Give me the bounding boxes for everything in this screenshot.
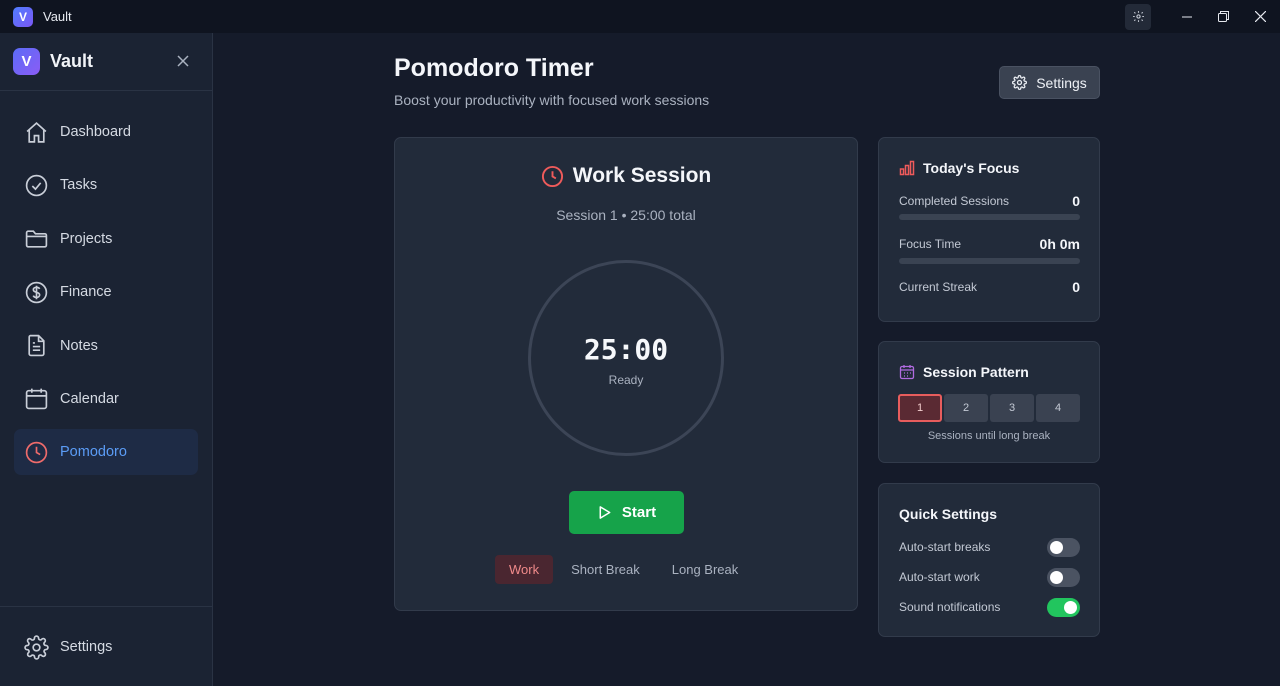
settings-button[interactable]: Settings	[999, 66, 1100, 99]
sidebar-item-pomodoro[interactable]: Pomodoro	[14, 429, 198, 476]
quick-settings-title: Quick Settings	[899, 506, 998, 522]
stat-label: Focus Time	[899, 237, 962, 251]
sidebar-item-label: Dashboard	[60, 124, 131, 140]
completed-sessions-progress	[899, 214, 1080, 220]
sidebar-item-finance[interactable]: Finance	[14, 269, 198, 315]
check-circle-icon	[25, 174, 48, 197]
session-pattern-boxes: 1 2 3 4	[898, 394, 1082, 422]
sidebar-logo: V	[13, 48, 40, 75]
pattern-card-title: Session Pattern	[923, 364, 1029, 380]
sidebar-item-settings[interactable]: Settings	[14, 624, 198, 670]
pattern-caption: Sessions until long break	[927, 430, 1051, 442]
focus-card-title: Today's Focus	[923, 160, 1020, 176]
timer-display: 25:00	[583, 333, 669, 366]
page-title: Pomodoro Timer	[394, 54, 594, 82]
calendar-icon	[25, 389, 48, 410]
sidebar-item-projects[interactable]: Projects	[14, 216, 198, 262]
current-streak-row: Current Streak 0	[899, 279, 1080, 295]
clock-icon	[25, 441, 48, 464]
settings-button-label: Settings	[1036, 74, 1087, 91]
toggle-label: Sound notifications	[899, 600, 1001, 614]
sidebar-item-label: Projects	[60, 230, 113, 247]
mode-tab-work[interactable]: Work	[495, 555, 554, 584]
session-title: Work Session	[572, 164, 712, 187]
stat-label: Completed Sessions	[899, 194, 1010, 208]
completed-sessions-value: 0	[1072, 193, 1080, 209]
dollar-icon	[25, 281, 48, 303]
minimize-icon	[1181, 16, 1192, 17]
timer-status: Ready	[608, 373, 644, 387]
completed-sessions-row: Completed Sessions 0	[899, 193, 1080, 209]
sound-notifications-toggle[interactable]	[1047, 597, 1080, 617]
sidebar-nav: Dashboard Tasks Projects Finance Notes C…	[0, 91, 212, 476]
home-icon	[26, 121, 47, 143]
sidebar-item-label: Finance	[60, 284, 112, 301]
session-pattern-card: Session Pattern 1 2 3 4 Sessions until l…	[878, 341, 1100, 463]
titlebar-settings-button[interactable]	[1125, 3, 1151, 30]
sidebar-item-label: Tasks	[60, 177, 98, 194]
page-subtitle: Boost your productivity with focused wor…	[394, 92, 710, 108]
bar-chart-icon	[899, 160, 915, 176]
sidebar-item-label: Calendar	[60, 390, 119, 407]
auto-start-breaks-toggle[interactable]	[1047, 537, 1080, 557]
sidebar-app-name: Vault	[50, 51, 94, 71]
restore-icon	[1218, 11, 1229, 22]
focus-time-row: Focus Time 0h 0m	[899, 236, 1080, 252]
app-logo: V	[13, 6, 33, 27]
start-button[interactable]: Start	[569, 491, 684, 534]
document-icon	[28, 334, 45, 357]
close-window-button[interactable]	[1242, 0, 1279, 33]
pattern-card-header: Session Pattern	[899, 364, 1029, 380]
gear-icon	[1132, 11, 1144, 22]
minimize-button[interactable]	[1168, 0, 1205, 33]
maximize-button[interactable]	[1205, 0, 1242, 33]
sidebar-header: V Vault	[0, 33, 212, 91]
mode-tab-long-break[interactable]: Long Break	[658, 555, 753, 584]
clock-icon	[541, 165, 563, 187]
focus-time-progress	[899, 258, 1080, 264]
start-button-label: Start	[621, 504, 657, 521]
gear-icon	[1012, 75, 1028, 90]
timer-card: Work Session Session 1 • 25:00 total 25:…	[394, 137, 858, 611]
sound-notifications-row: Sound notifications	[899, 597, 1080, 617]
sidebar-footer: Settings	[0, 606, 212, 686]
toggle-label: Auto-start work	[899, 570, 980, 584]
session-box: 1	[898, 394, 942, 422]
close-icon	[1255, 11, 1266, 22]
folder-icon	[25, 230, 48, 248]
sidebar-item-label: Settings	[60, 639, 113, 655]
focus-time-value: 0h 0m	[1039, 236, 1080, 252]
title-bar: V Vault	[0, 0, 1280, 33]
window-title: Vault	[43, 9, 72, 24]
auto-start-work-toggle[interactable]	[1047, 567, 1080, 587]
session-header: Work Session	[395, 164, 857, 188]
sidebar-item-calendar[interactable]: Calendar	[14, 376, 198, 422]
sidebar-item-label: Notes	[60, 337, 98, 354]
auto-start-work-row: Auto-start work	[899, 567, 1080, 587]
quick-settings-card: Quick Settings Auto-start breaks Auto-st…	[878, 483, 1100, 637]
sidebar-item-notes[interactable]: Notes	[14, 323, 198, 369]
session-box: 3	[990, 394, 1034, 422]
current-streak-value: 0	[1072, 279, 1080, 295]
sidebar-item-tasks[interactable]: Tasks	[14, 162, 198, 208]
session-box: 2	[944, 394, 988, 422]
session-subtitle: Session 1 • 25:00 total	[556, 207, 696, 223]
session-box: 4	[1036, 394, 1080, 422]
focus-card-header: Today's Focus	[899, 160, 1019, 176]
mode-selector: Work Short Break Long Break	[495, 555, 756, 584]
mode-tab-short-break[interactable]: Short Break	[557, 555, 654, 584]
sidebar-item-label: Pomodoro	[60, 444, 127, 461]
stat-label: Current Streak	[899, 280, 978, 294]
todays-focus-card: Today's Focus Completed Sessions 0 Focus…	[878, 137, 1100, 322]
close-sidebar-icon[interactable]	[175, 53, 191, 69]
sidebar: V Vault Dashboard Tasks Projects Finance…	[0, 33, 213, 686]
calendar-icon	[899, 365, 915, 380]
gear-icon	[24, 634, 49, 660]
sidebar-item-dashboard[interactable]: Dashboard	[14, 109, 198, 155]
timer-ring: 25:00 Ready	[528, 260, 724, 456]
toggle-label: Auto-start breaks	[899, 540, 991, 554]
auto-start-breaks-row: Auto-start breaks	[899, 537, 1080, 557]
play-icon	[599, 506, 611, 519]
